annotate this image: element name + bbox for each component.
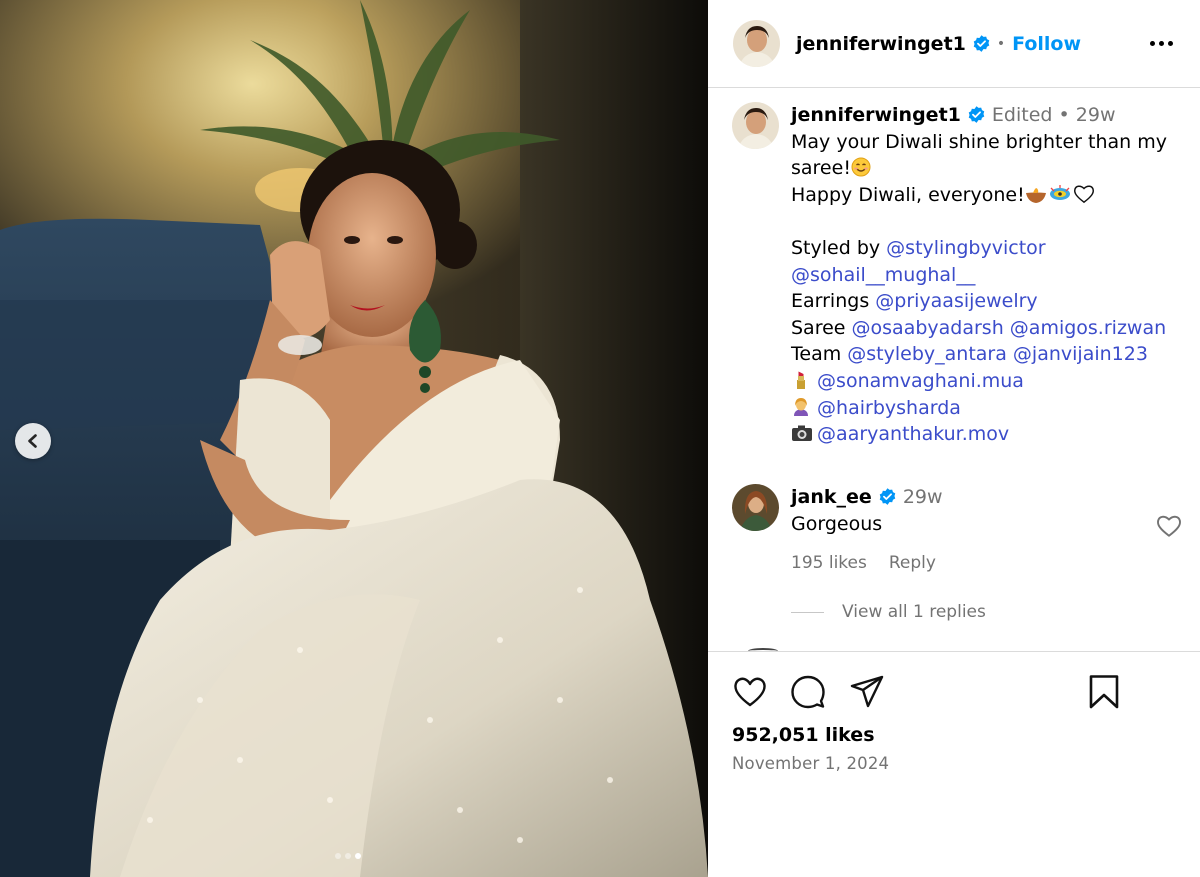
more-options-icon[interactable] [1150, 36, 1174, 50]
carousel-dot [345, 853, 351, 859]
carousel-indicator [335, 853, 361, 859]
separator-dot: • [996, 35, 1006, 52]
save-bookmark-icon[interactable] [1086, 674, 1122, 710]
caption-line: May your Diwali shine brighter than my [791, 130, 1167, 153]
separator-dot: • [1058, 104, 1070, 126]
avatar[interactable] [732, 484, 779, 531]
mention-link[interactable]: @sohail__mughal__ [791, 264, 975, 286]
comments-section[interactable]: jenniferwinget1 Edited • 29w May your Di… [708, 88, 1200, 651]
comment-item: jank_ee 29w Gorgeous [732, 484, 1184, 538]
post-likes-count[interactable]: 952,051 likes [732, 724, 875, 746]
mention-link[interactable]: @janvijain123 [1013, 343, 1148, 365]
caption-text: jenniferwinget1 Edited • 29w May your Di… [791, 102, 1191, 448]
lipstick-icon [791, 370, 811, 390]
post-actions: 952,051 likes November 1, 2024 [708, 651, 1200, 877]
carousel-dot [335, 853, 341, 859]
post-image[interactable] [0, 0, 708, 877]
verified-badge-icon [967, 105, 986, 124]
earrings-label: Earrings [791, 290, 876, 313]
caption-line: saree! [791, 157, 851, 180]
replies-divider [791, 611, 824, 613]
white-heart-icon [1073, 184, 1094, 204]
smiling-face-icon [851, 157, 871, 177]
mention-link[interactable]: @stylingbyvictor [886, 237, 1045, 259]
previous-image-button[interactable] [15, 423, 51, 459]
view-replies-label: View all 1 replies [842, 602, 986, 622]
mention-link[interactable]: @aaryanthakur.mov [817, 423, 1009, 445]
chevron-left-icon [28, 434, 37, 448]
mention-link[interactable]: @priyaasijewelry [875, 290, 1037, 312]
avatar[interactable] [732, 102, 779, 149]
reply-button[interactable]: Reply [889, 553, 936, 573]
share-paper-plane-icon[interactable] [849, 674, 885, 710]
comment-time[interactable]: 29w [903, 486, 943, 508]
follow-button[interactable]: Follow [1012, 33, 1081, 55]
comment-likes-count[interactable]: 195 likes [791, 553, 867, 573]
comment-like-heart-icon[interactable] [1156, 514, 1182, 538]
diya-lamp-icon [1025, 184, 1046, 204]
view-replies-button[interactable]: View all 1 replies [791, 602, 986, 622]
hairdresser-icon [791, 397, 811, 417]
verified-badge-icon [972, 34, 991, 53]
mention-link[interactable]: @sonamvaghani.mua [817, 370, 1024, 392]
like-heart-icon[interactable] [732, 674, 768, 710]
avatar[interactable] [733, 20, 780, 67]
post-side-panel: jenniferwinget1 • Follow jenniferwinget1… [708, 0, 1200, 877]
mention-link[interactable]: @hairbysharda [817, 397, 961, 419]
verified-badge-icon [878, 487, 897, 506]
caption-author-username[interactable]: jenniferwinget1 [791, 104, 961, 126]
post-date[interactable]: November 1, 2024 [732, 754, 889, 773]
camera-icon [791, 423, 812, 443]
mention-link[interactable]: @styleby_antara [847, 343, 1007, 365]
comment-meta: 195 likes Reply [791, 553, 936, 573]
caption-time[interactable]: 29w [1076, 104, 1116, 126]
carousel-dot-active [355, 853, 361, 859]
post-header: jenniferwinget1 • Follow [708, 0, 1200, 88]
team-label: Team [791, 343, 848, 366]
post-author-username[interactable]: jenniferwinget1 [796, 33, 966, 55]
mention-link[interactable]: @osaabyadarsh [852, 317, 1004, 339]
saree-label: Saree [791, 316, 852, 339]
firecracker-icon [1049, 184, 1070, 204]
mention-link[interactable]: @amigos.rizwan [1010, 317, 1166, 339]
styled-by-label: Styled by [791, 236, 887, 259]
caption-line: Happy Diwali, everyone! [791, 183, 1025, 206]
comment-bubble-icon[interactable] [790, 674, 826, 710]
post-photo [0, 0, 708, 877]
post-caption: jenniferwinget1 Edited • 29w May your Di… [732, 102, 1191, 448]
edited-label: Edited [991, 104, 1053, 126]
comment-author-username[interactable]: jank_ee [791, 486, 872, 508]
comment-text: Gorgeous [791, 513, 883, 535]
